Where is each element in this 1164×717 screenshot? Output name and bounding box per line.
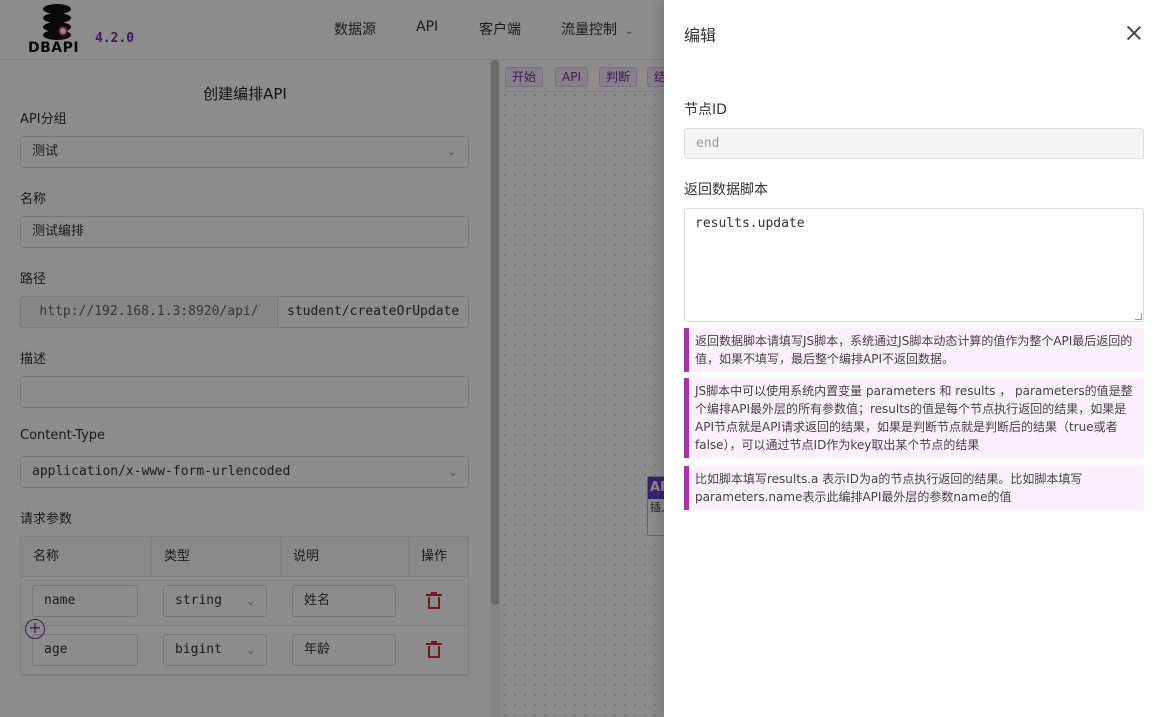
- edit-drawer: 编辑 节点ID end 返回数据脚本 results.update 返回数据脚本…: [664, 0, 1164, 717]
- script-label: 返回数据脚本: [684, 182, 768, 198]
- drawer-overlay[interactable]: [0, 0, 664, 717]
- drawer-title: 编辑: [684, 26, 717, 45]
- script-textarea[interactable]: results.update: [684, 208, 1144, 322]
- node-id-label: 节点ID: [684, 102, 727, 118]
- help-note: 比如脚本填写results.a 表示ID为a的节点执行返回的结果。比如脚本填写p…: [684, 466, 1144, 510]
- node-id-input[interactable]: end: [684, 128, 1144, 159]
- help-note: JS脚本中可以使用系统内置变量 parameters 和 results ， p…: [684, 378, 1144, 458]
- close-icon[interactable]: [1125, 24, 1143, 42]
- script-text: results.update: [695, 216, 805, 231]
- resize-handle-icon[interactable]: [1135, 313, 1142, 320]
- help-note: 返回数据脚本请填写JS脚本，系统通过JS脚本动态计算的值作为整个API最后返回的…: [684, 328, 1144, 372]
